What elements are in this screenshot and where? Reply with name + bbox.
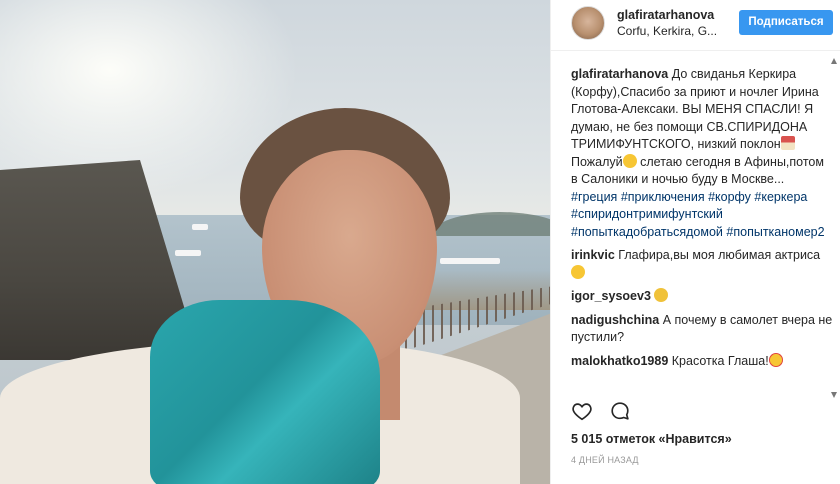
comments-list: glafiratarhanova До свиданья Керкира (Ко… (571, 66, 833, 404)
post-timestamp[interactable]: 4 ДНЕЙ НАЗАД (571, 455, 639, 465)
grin-emoji-icon (654, 288, 669, 302)
comment-text: Красотка Глаша! (671, 353, 769, 368)
caption-username[interactable]: glafiratarhanova (571, 67, 668, 81)
house-emoji-icon (780, 136, 795, 150)
hashtag[interactable]: #попытканомер2 (726, 225, 824, 239)
smile-emoji-icon (622, 153, 637, 168)
post-side-panel: glafiratarhanova Corfu, Kerkira, G... По… (550, 0, 840, 484)
photo-boat (192, 224, 208, 230)
comment-username[interactable]: nadigushchina (571, 313, 659, 327)
comment-text: Глафира,вы моя любимая актриса (618, 248, 821, 262)
post-photo[interactable] (0, 0, 550, 484)
hashtag[interactable]: #греция (571, 190, 617, 204)
follow-button[interactable]: Подписаться (739, 10, 833, 35)
scrollbar[interactable] (831, 58, 837, 398)
hashtag[interactable]: #спиридонтримифунтский (571, 207, 723, 221)
header-location[interactable]: Corfu, Kerkira, G... (617, 24, 717, 38)
comment-username[interactable]: igor_sysoev3 (571, 289, 651, 303)
caption-text-2: Пожалуй (571, 154, 623, 169)
comment: malokhatko1989 Красотка Глаша! (571, 352, 833, 371)
caption: glafiratarhanova До свиданья Керкира (Ко… (571, 66, 833, 241)
header-username[interactable]: glafiratarhanova (617, 8, 714, 22)
hashtag[interactable]: #попыткадобратьсядомой (571, 225, 723, 239)
photo-scarf (150, 300, 380, 484)
post-header: glafiratarhanova Corfu, Kerkira, G... По… (551, 0, 840, 51)
comment: igor_sysoev3 (571, 288, 833, 306)
comment-username[interactable]: irinkvic (571, 248, 615, 262)
heart-eyes-emoji-icon (768, 352, 783, 367)
photo-boat (175, 250, 201, 256)
comment: irinkvic Глафира,вы моя любимая актриса (571, 247, 833, 282)
smile-emoji-icon (571, 264, 585, 279)
hashtag[interactable]: #приключения (621, 190, 705, 204)
comment-username[interactable]: malokhatko1989 (571, 354, 668, 368)
comment-icon[interactable] (609, 400, 631, 422)
hashtag[interactable]: #корфу (708, 190, 751, 204)
likes-count[interactable]: 5 015 отметок «Нравится» (571, 432, 732, 446)
avatar[interactable] (571, 6, 605, 40)
heart-icon[interactable] (571, 400, 593, 422)
photo-boat (440, 258, 500, 264)
post-actions (571, 400, 833, 422)
hashtag[interactable]: #керкера (754, 190, 807, 204)
comment: nadigushchina А почему в самолет вчера н… (571, 312, 833, 347)
